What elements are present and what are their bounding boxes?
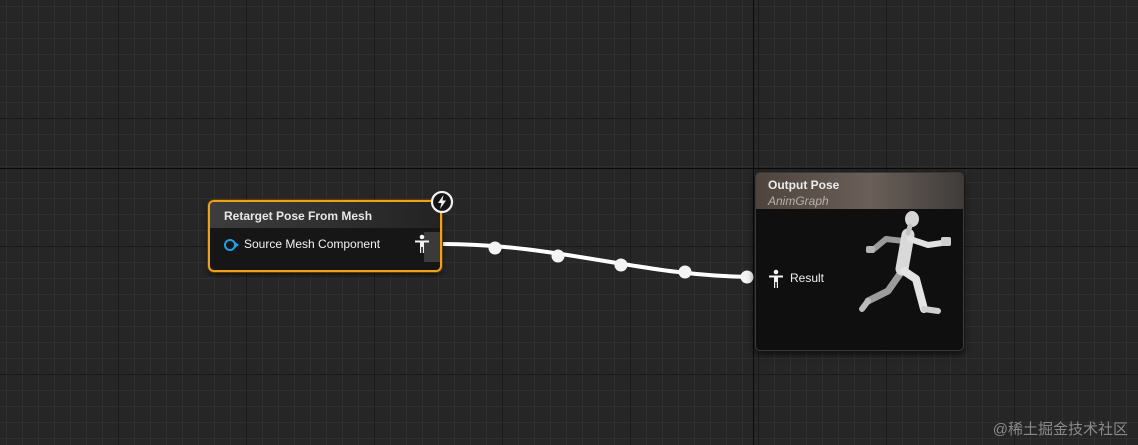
source-mesh-label: Source Mesh Component bbox=[244, 237, 381, 251]
running-mannequin-icon bbox=[859, 211, 951, 314]
wire-bubble bbox=[678, 265, 692, 279]
wire-path bbox=[441, 242, 753, 279]
wire-bubble bbox=[740, 270, 754, 284]
pin-arrow-icon bbox=[235, 242, 239, 248]
node-title: Retarget Pose From Mesh bbox=[210, 202, 440, 228]
lightning-bolt-icon bbox=[430, 190, 454, 214]
result-label: Result bbox=[790, 271, 825, 285]
output-node-header: Output Pose AnimGraph bbox=[756, 173, 963, 209]
output-node-title: Output Pose bbox=[768, 178, 840, 192]
pose-output-pin-icon[interactable] bbox=[414, 234, 430, 254]
wire-bubble bbox=[488, 241, 502, 255]
result-input-pin-icon[interactable] bbox=[768, 269, 784, 289]
pose-wire[interactable] bbox=[0, 0, 1138, 445]
output-node-subtitle: AnimGraph bbox=[768, 194, 829, 208]
wire-bubble bbox=[614, 258, 628, 272]
output-pose-node[interactable]: Output Pose AnimGraph Result bbox=[755, 172, 964, 351]
source-mesh-row: Source Mesh Component bbox=[210, 234, 440, 256]
wire-bubble bbox=[551, 249, 565, 263]
watermark: @稀土掘金技术社区 bbox=[992, 421, 1128, 438]
retarget-pose-from-mesh-node[interactable]: Retarget Pose From Mesh Source Mesh Comp… bbox=[208, 200, 442, 272]
